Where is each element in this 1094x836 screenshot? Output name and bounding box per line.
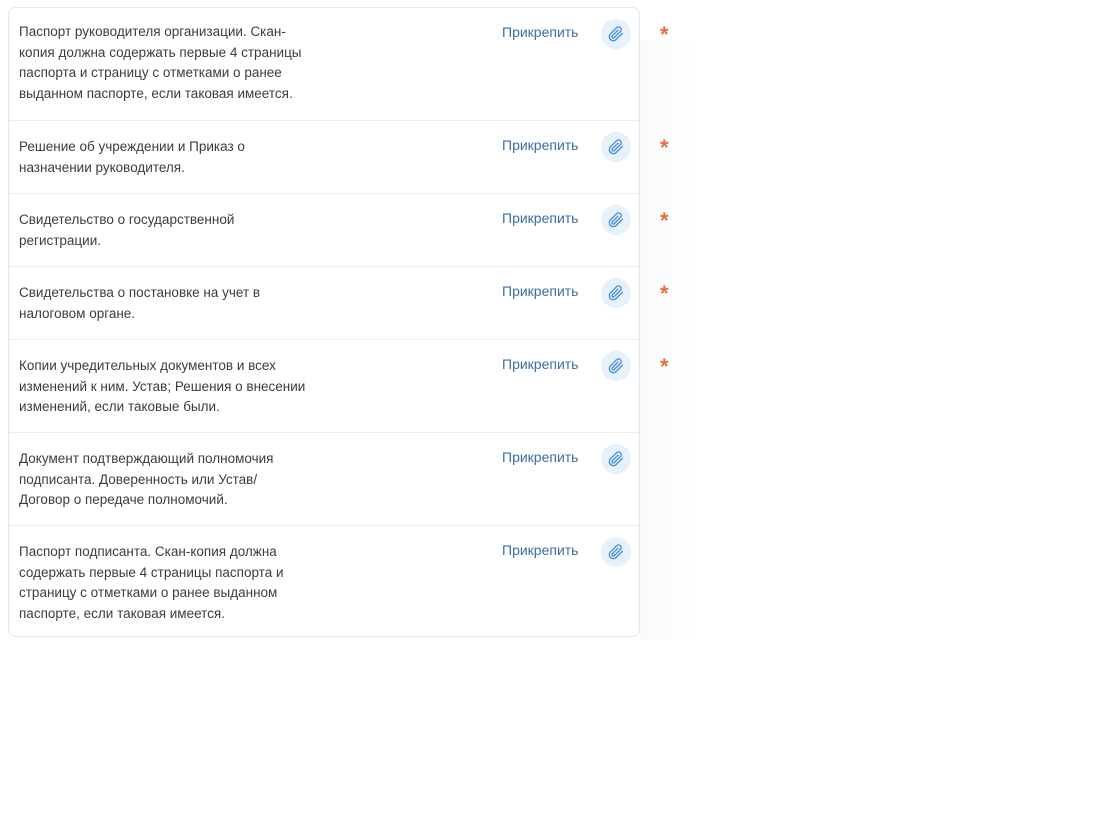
document-row-signatory-passport: Паспорт подписанта. Скан-копия должна со… <box>9 526 639 636</box>
attach-button[interactable] <box>601 205 631 235</box>
attach-link[interactable]: Прикрепить <box>502 540 578 560</box>
document-label: Документ подтверждающий полномочия подпи… <box>19 451 274 507</box>
attach-button[interactable] <box>601 19 631 49</box>
attach-link[interactable]: Прикрепить <box>502 281 578 301</box>
required-marker: * <box>660 208 669 233</box>
attach-button[interactable] <box>601 351 631 381</box>
attach-link[interactable]: Прикрепить <box>502 135 578 155</box>
panel-shadow <box>640 40 700 640</box>
attach-button[interactable] <box>601 537 631 567</box>
attach-link[interactable]: Прикрепить <box>502 208 578 228</box>
paperclip-icon <box>608 544 623 560</box>
paperclip-icon <box>608 26 623 42</box>
required-marker: * <box>660 281 669 306</box>
document-label: Свидетельство о государственной регистра… <box>19 212 235 248</box>
document-row-tax-registration: Свидетельства о постановке на учет в нал… <box>9 267 639 340</box>
document-label: Копии учредительных документов и всех из… <box>19 358 306 414</box>
paperclip-icon <box>608 212 623 228</box>
document-label: Свидетельства о постановке на учет в нал… <box>19 285 261 321</box>
paperclip-icon <box>608 139 623 155</box>
document-label: Паспорт подписанта. Скан-копия должна со… <box>19 544 284 621</box>
document-label: Решение об учреждении и Приказ о назначе… <box>19 139 245 175</box>
required-marker: * <box>660 354 669 379</box>
documents-panel: Паспорт руководителя организации. Скан-к… <box>8 7 640 637</box>
attach-link[interactable]: Прикрепить <box>502 447 578 467</box>
attach-button[interactable] <box>601 278 631 308</box>
paperclip-icon <box>608 451 623 467</box>
attach-link[interactable]: Прикрепить <box>502 354 578 374</box>
attach-link[interactable]: Прикрепить <box>502 22 578 42</box>
required-marker: * <box>660 22 669 47</box>
paperclip-icon <box>608 285 623 301</box>
required-marker: * <box>660 135 669 160</box>
document-row-state-registration: Свидетельство о государственной регистра… <box>9 194 639 267</box>
document-label: Паспорт руководителя организации. Скан-к… <box>19 24 302 101</box>
document-row-signatory-authority: Документ подтверждающий полномочия подпи… <box>9 433 639 526</box>
document-row-founding-documents: Копии учредительных документов и всех из… <box>9 340 639 433</box>
document-row-director-passport: Паспорт руководителя организации. Скан-к… <box>9 8 639 121</box>
attach-button[interactable] <box>601 132 631 162</box>
document-row-founding-decision: Решение об учреждении и Приказ о назначе… <box>9 121 639 194</box>
paperclip-icon <box>608 358 623 374</box>
attach-button[interactable] <box>601 444 631 474</box>
